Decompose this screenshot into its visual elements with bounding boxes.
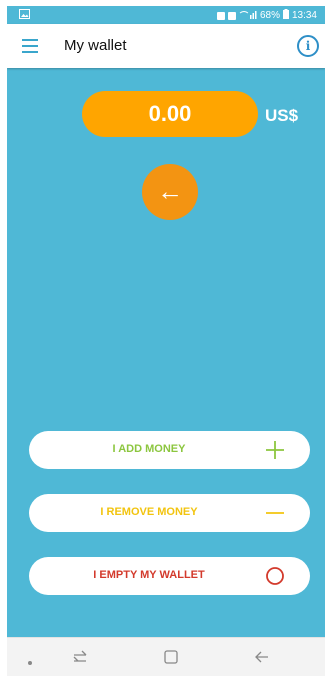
- home-icon[interactable]: [164, 650, 178, 667]
- alarm-icon: [227, 11, 236, 20]
- info-icon[interactable]: i: [297, 35, 319, 57]
- plus-icon: [265, 440, 285, 460]
- app-screen: 68% 13:34 My wallet i 0.00 US$ ← I ADD M…: [7, 6, 325, 676]
- gallery-notification-icon: [19, 9, 30, 22]
- clock: 13:34: [291, 10, 317, 21]
- page-title: My wallet: [64, 37, 127, 54]
- minus-icon: [265, 503, 285, 523]
- battery-icon: [282, 9, 289, 22]
- status-bar: 68% 13:34: [7, 6, 325, 24]
- dot-icon: [27, 653, 33, 669]
- navigation-bar: [7, 637, 325, 676]
- notification-icon: [216, 11, 225, 20]
- status-icons: 68% 13:34: [216, 9, 317, 22]
- add-money-label: I ADD MONEY: [112, 443, 186, 455]
- remove-money-button[interactable]: I REMOVE MONEY: [29, 494, 310, 532]
- empty-wallet-label: I EMPTY MY WALLET: [93, 569, 205, 581]
- hamburger-menu-icon[interactable]: [21, 37, 39, 55]
- wifi-signal-icon: [239, 10, 257, 22]
- currency-label: US$: [265, 106, 299, 125]
- remove-money-label: I REMOVE MONEY: [100, 506, 198, 518]
- back-icon[interactable]: [255, 650, 269, 667]
- add-money-button[interactable]: I ADD MONEY: [29, 431, 310, 469]
- app-bar: My wallet i: [7, 24, 325, 68]
- recent-apps-icon[interactable]: [73, 650, 87, 667]
- empty-wallet-button[interactable]: I EMPTY MY WALLET: [29, 557, 310, 595]
- circle-icon: [265, 566, 285, 586]
- arrow-left-icon[interactable]: ←: [142, 164, 198, 220]
- balance-amount: 0.00: [82, 91, 258, 137]
- battery-percent: 68%: [259, 10, 280, 21]
